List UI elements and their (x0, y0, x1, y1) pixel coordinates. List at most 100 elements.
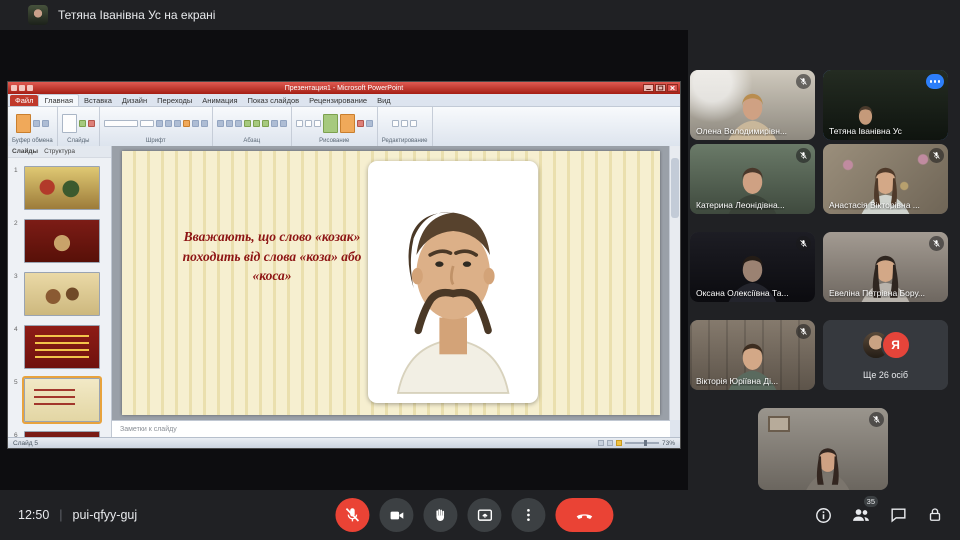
select-button[interactable] (410, 120, 417, 127)
slide-thumbnail-4[interactable]: 4 (24, 325, 100, 369)
self-silhouette (794, 418, 862, 490)
mic-muted-icon (796, 324, 811, 339)
participant-name: Катерина Леонідівна... (696, 200, 785, 210)
participant-tile-evelina[interactable]: Евеліна Петрівна Бору... (823, 232, 948, 302)
host-controls-button[interactable] (926, 506, 944, 524)
numbering-button[interactable] (226, 120, 233, 127)
italic-button[interactable] (165, 120, 172, 127)
align-left-button[interactable] (244, 120, 251, 127)
presenting-banner: Тетяна Іванівна Ус на екрані (0, 0, 960, 30)
maximize-icon[interactable] (655, 84, 666, 92)
current-slide[interactable]: Вважають, що слово «козак» походить від … (122, 151, 660, 415)
ribbon-group-editing: Редактирование (378, 107, 433, 146)
presenting-banner-text: Тетяна Іванівна Ус на екрані (58, 8, 215, 22)
ribbon-group-slides: Слайды (58, 107, 100, 146)
arrange-button[interactable] (323, 114, 338, 133)
present-screen-button[interactable] (467, 498, 501, 532)
minimize-icon[interactable] (643, 84, 654, 92)
font-color-button[interactable] (183, 120, 190, 127)
ribbon-tab-file[interactable]: Файл (10, 95, 38, 106)
shape-outline-button[interactable] (366, 120, 373, 127)
sorter-view-icon[interactable] (607, 440, 613, 446)
ribbon-tab-home[interactable]: Главная (38, 94, 79, 106)
more-options-button[interactable] (511, 498, 545, 532)
ribbon-tab-view[interactable]: Вид (372, 95, 396, 106)
font-name-select[interactable] (104, 120, 138, 127)
panel-tab-outline[interactable]: Структура (44, 148, 75, 155)
cossack-portrait (375, 171, 531, 403)
participant-name: Оксана Олексіївна Та... (696, 288, 789, 298)
ribbon-tab-slideshow[interactable]: Показ слайдов (243, 95, 305, 106)
text-direction-button[interactable] (280, 120, 287, 127)
ribbon-tab-insert[interactable]: Вставка (79, 95, 117, 106)
participant-tile-anastasiia[interactable]: Анастасія Вікторівна ... (823, 144, 948, 214)
window-buttons (643, 84, 678, 92)
participant-tile-olena[interactable]: Олена Володимирівн... (690, 70, 815, 140)
mic-toggle-button[interactable] (335, 498, 369, 532)
ribbon-tab-review[interactable]: Рецензирование (304, 95, 372, 106)
slide-thumbnail-2[interactable]: 2 (24, 219, 100, 263)
tile-more-options-icon[interactable] (926, 74, 944, 89)
participant-name: Анастасія Вікторівна ... (829, 200, 920, 210)
bullets-button[interactable] (217, 120, 224, 127)
status-slide-number: Слайд 5 (13, 440, 38, 447)
find-button[interactable] (392, 120, 399, 127)
powerpoint-window: Презентация1 - Microsoft PowerPoint Файл… (8, 82, 680, 448)
chat-button[interactable] (889, 506, 908, 525)
slide-scrollbar[interactable] (669, 146, 680, 420)
align-center-button[interactable] (253, 120, 260, 127)
end-call-button[interactable] (555, 498, 613, 532)
slide-thumbnail-1[interactable]: 1 (24, 166, 100, 210)
shape-arrow-button[interactable] (314, 120, 321, 127)
bold-button[interactable] (156, 120, 163, 127)
clear-format-button[interactable] (201, 120, 208, 127)
slide-thumbnail-3[interactable]: 3 (24, 272, 100, 316)
raise-hand-button[interactable] (423, 498, 457, 532)
camera-toggle-button[interactable] (379, 498, 413, 532)
participants-button[interactable]: 35 (851, 505, 871, 525)
underline-button[interactable] (174, 120, 181, 127)
cut-button[interactable] (33, 120, 40, 127)
new-slide-button[interactable] (62, 114, 77, 133)
google-meet-window: Тетяна Іванівна Ус на екрані Презентация… (0, 0, 960, 540)
shape-fill-button[interactable] (357, 120, 364, 127)
panel-tab-slides[interactable]: Слайды (12, 148, 38, 155)
participant-tile-oksana[interactable]: Оксана Олексіївна Та... (690, 232, 815, 302)
more-participants-tile[interactable]: Я Ще 26 осіб (823, 320, 948, 390)
columns-button[interactable] (271, 120, 278, 127)
copy-button[interactable] (42, 120, 49, 127)
self-view-tile[interactable]: Ви (758, 408, 888, 490)
ribbon-tab-transitions[interactable]: Переходы (152, 95, 197, 106)
cossack-portrait-card[interactable] (368, 161, 538, 403)
notes-pane[interactable]: Заметки к слайду (112, 420, 670, 437)
presenter-avatar (28, 5, 48, 25)
ribbon-tab-design[interactable]: Дизайн (117, 95, 152, 106)
more-participants-label: Ще 26 осіб (823, 370, 948, 380)
slideshow-view-icon[interactable] (616, 440, 622, 446)
meeting-info-button[interactable] (814, 506, 833, 525)
slide-text[interactable]: Вважають, що слово «козак» походить від … (180, 227, 364, 286)
shape-rect-button[interactable] (296, 120, 303, 127)
replace-button[interactable] (401, 120, 408, 127)
reset-button[interactable] (88, 120, 95, 127)
slide-editing-area[interactable]: Вважають, що слово «козак» походить від … (112, 146, 670, 420)
quick-access-toolbar[interactable] (11, 85, 33, 91)
normal-view-icon[interactable] (598, 440, 604, 446)
participant-tile-tetiana[interactable]: Тетяна Іванівна Ус (823, 70, 948, 140)
participant-tile-kateryna[interactable]: Катерина Леонідівна... (690, 144, 815, 214)
paste-button[interactable] (16, 114, 31, 133)
font-size-select[interactable] (140, 120, 154, 127)
ribbon-tab-animation[interactable]: Анимация (197, 95, 242, 106)
slide-thumbnail-5[interactable]: 5 (24, 378, 100, 422)
participant-tile-viktoriia[interactable]: Вікторія Юріївна Ді... (690, 320, 815, 390)
indent-button[interactable] (235, 120, 242, 127)
zoom-slider[interactable] (625, 442, 659, 444)
align-right-button[interactable] (262, 120, 269, 127)
layout-button[interactable] (79, 120, 86, 127)
close-icon[interactable] (667, 84, 678, 92)
shadow-button[interactable] (192, 120, 199, 127)
participant-name: Тетяна Іванівна Ус (829, 126, 902, 136)
ribbon-group-drawing: Рисование (292, 107, 378, 146)
quick-styles-button[interactable] (340, 114, 355, 133)
shape-ellipse-button[interactable] (305, 120, 312, 127)
